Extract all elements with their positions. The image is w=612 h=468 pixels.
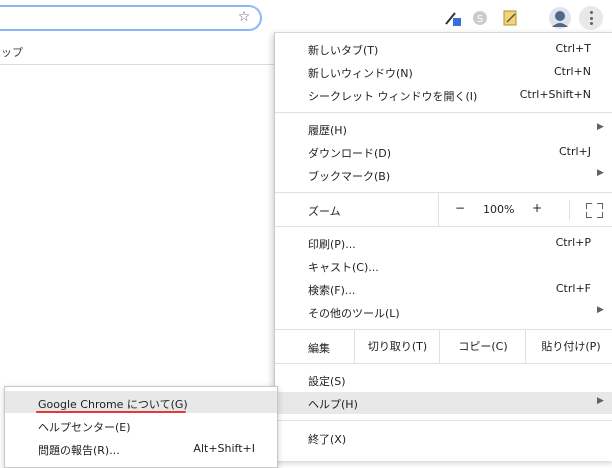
menu-item-incognito[interactable]: シークレット ウィンドウを開く(I) Ctrl+Shift+N: [275, 84, 612, 106]
menu-item-print[interactable]: 印刷(P)... Ctrl+P: [275, 232, 612, 254]
chrome-main-menu: 新しいタブ(T) Ctrl+T 新しいウィンドウ(N) Ctrl+N シークレッ…: [274, 32, 612, 461]
notes-extension-icon[interactable]: [500, 8, 520, 28]
red-underline-annotation: [36, 411, 186, 413]
cut-button[interactable]: 切り取り(T): [354, 330, 440, 363]
menu-separator: [275, 420, 612, 421]
menu-item-downloads[interactable]: ダウンロード(D) Ctrl+J: [275, 141, 612, 163]
submenu-arrow-icon: ▶: [597, 305, 604, 315]
menu-item-cast[interactable]: キャスト(C)...: [275, 255, 612, 277]
menu-item-more-tools[interactable]: その他のツール(L) ▶: [275, 301, 612, 323]
menu-separator: [275, 112, 612, 113]
svg-text:S: S: [477, 14, 483, 25]
menu-kebab-icon[interactable]: [579, 6, 603, 30]
submenu-arrow-icon: ▶: [597, 396, 604, 406]
submenu-item-report-issue[interactable]: 問題の報告(R)... Alt+Shift+I: [5, 437, 277, 459]
bookmark-item-label[interactable]: ップ: [1, 44, 23, 60]
zoom-level: 100%: [483, 203, 515, 216]
zoom-row: ズーム − 100% +: [275, 193, 612, 226]
menu-separator: [275, 226, 612, 227]
zoom-out-button[interactable]: −: [455, 201, 465, 215]
profile-avatar-icon[interactable]: [548, 6, 572, 30]
star-icon[interactable]: ☆: [236, 9, 252, 25]
menu-separator: [275, 363, 612, 364]
menu-item-settings[interactable]: 設定(S): [275, 369, 612, 391]
menu-item-exit[interactable]: 終了(X): [275, 427, 612, 449]
submenu-arrow-icon: ▶: [597, 122, 604, 132]
fullscreen-button[interactable]: [569, 200, 612, 220]
submenu-item-help-center[interactable]: ヘルプセンター(E): [5, 414, 277, 436]
menu-item-find[interactable]: 検索(F)... Ctrl+F: [275, 278, 612, 300]
help-submenu: Google Chrome について(G) ヘルプセンター(E) 問題の報告(R…: [4, 386, 278, 468]
eyedropper-extension-icon[interactable]: [442, 8, 462, 28]
menu-item-bookmarks[interactable]: ブックマーク(B) ▶: [275, 164, 612, 186]
menu-item-help[interactable]: ヘルプ(H) ▶: [275, 392, 612, 414]
menu-item-new-window[interactable]: 新しいウィンドウ(N) Ctrl+N: [275, 61, 612, 83]
submenu-arrow-icon: ▶: [597, 168, 604, 178]
zoom-controls: − 100% +: [438, 193, 612, 226]
edit-label: 編集: [308, 342, 330, 355]
submenu-item-about-chrome[interactable]: Google Chrome について(G): [5, 391, 277, 413]
address-bar[interactable]: [0, 5, 262, 31]
paste-button[interactable]: 貼り付け(P): [525, 330, 612, 363]
zoom-in-button[interactable]: +: [532, 201, 542, 215]
edit-row: 編集 切り取り(T) コピー(C) 貼り付け(P): [275, 330, 612, 363]
copy-button[interactable]: コピー(C): [439, 330, 526, 363]
menu-item-history[interactable]: 履歴(H) ▶: [275, 118, 612, 140]
menu-item-new-tab[interactable]: 新しいタブ(T) Ctrl+T: [275, 38, 612, 60]
zoom-label: ズーム: [308, 205, 341, 218]
skype-extension-icon[interactable]: S: [470, 8, 490, 28]
